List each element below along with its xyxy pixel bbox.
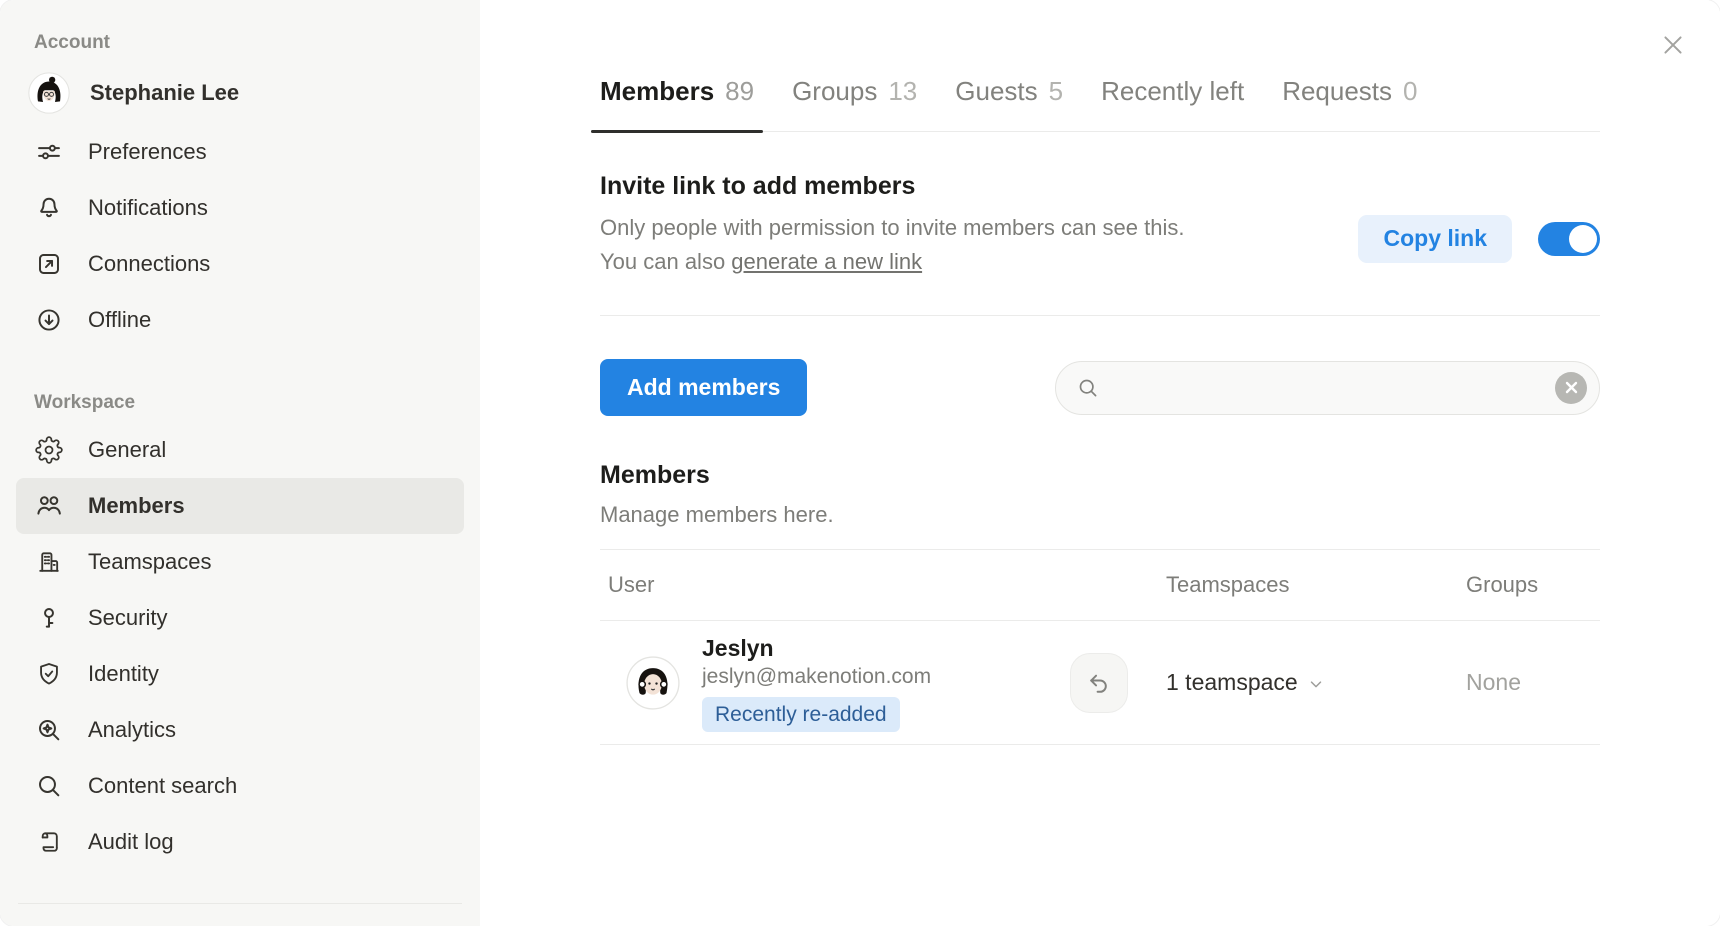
column-header-user: User	[600, 572, 1146, 598]
sidebar-item-label: Analytics	[88, 717, 176, 743]
copy-link-button[interactable]: Copy link	[1358, 215, 1512, 263]
tab-guests[interactable]: Guests 5	[955, 76, 1063, 131]
column-header-teamspaces: Teamspaces	[1146, 572, 1446, 598]
bell-icon	[34, 193, 64, 223]
search-icon	[1076, 376, 1100, 400]
sidebar-footer-divider	[18, 903, 462, 904]
sidebar-item-label: Offline	[88, 307, 151, 333]
sidebar-item-label: Audit log	[88, 829, 174, 855]
tab-label: Requests	[1282, 76, 1392, 107]
members-settings-panel: Members 89 Groups 13 Guests 5 Recently l…	[480, 0, 1720, 926]
key-icon	[34, 603, 64, 633]
chevron-down-icon	[1307, 675, 1325, 693]
tab-label: Recently left	[1101, 76, 1244, 107]
toggle-knob	[1569, 225, 1597, 253]
section-divider	[600, 315, 1600, 316]
sidebar-item-label: Identity	[88, 661, 159, 687]
tab-count: 5	[1049, 76, 1063, 107]
tab-members[interactable]: Members 89	[600, 76, 754, 131]
arrow-down-circle-icon	[34, 305, 64, 335]
user-email: jeslyn@makenotion.com	[702, 663, 931, 691]
invite-link-toggle[interactable]	[1538, 222, 1600, 256]
settings-dialog: Account Stephanie Lee Preferenc	[0, 0, 1720, 926]
teamspaces-dropdown[interactable]: 1 teamspace	[1146, 669, 1446, 696]
table-header: User Teamspaces Groups	[600, 549, 1600, 621]
add-members-button[interactable]: Add members	[600, 359, 807, 416]
members-section-title: Members	[600, 461, 1600, 490]
generate-new-link[interactable]: generate a new link	[731, 249, 922, 274]
sidebar-item-notifications[interactable]: Notifications	[16, 180, 464, 236]
members-section-subtitle: Manage members here.	[600, 502, 1600, 528]
sidebar-item-analytics[interactable]: Analytics	[16, 702, 464, 758]
magnifier-icon	[34, 771, 64, 801]
members-table: User Teamspaces Groups	[600, 549, 1600, 745]
sidebar-item-label: Notifications	[88, 195, 208, 221]
avatar	[626, 656, 680, 710]
sidebar-item-label: Content search	[88, 773, 237, 799]
tab-count: 89	[725, 76, 754, 107]
avatar	[28, 72, 70, 114]
x-icon	[1564, 380, 1579, 395]
shield-check-icon	[34, 659, 64, 689]
tab-label: Groups	[792, 76, 877, 107]
building-icon	[34, 547, 64, 577]
tab-label: Guests	[955, 76, 1037, 107]
sidebar-item-members[interactable]: Members	[16, 478, 464, 534]
tab-recently-left[interactable]: Recently left	[1101, 76, 1244, 131]
user-name: Jeslyn	[702, 633, 931, 663]
sliders-icon	[34, 137, 64, 167]
table-row: Jeslyn jeslyn@makenotion.com Recently re…	[600, 621, 1600, 745]
search-input[interactable]	[1112, 374, 1543, 402]
members-toolbar: Add members	[600, 359, 1600, 416]
sidebar-item-general[interactable]: General	[16, 422, 464, 478]
invite-link-description: Only people with permission to invite me…	[600, 211, 1200, 279]
tab-label: Members	[600, 76, 714, 107]
sidebar-item-label: General	[88, 437, 166, 463]
close-icon	[1660, 32, 1686, 58]
clear-search-button[interactable]	[1555, 372, 1587, 404]
tab-requests[interactable]: Requests 0	[1282, 76, 1417, 131]
members-tabs: Members 89 Groups 13 Guests 5 Recently l…	[600, 76, 1600, 132]
status-badge: Recently re-added	[702, 697, 900, 732]
tab-count: 13	[888, 76, 917, 107]
sidebar-item-offline[interactable]: Offline	[16, 292, 464, 348]
scroll-icon	[34, 827, 64, 857]
sidebar-item-label: Members	[88, 493, 185, 519]
magnifier-sparkle-icon	[34, 715, 64, 745]
groups-value: None	[1446, 669, 1600, 696]
member-search	[1055, 361, 1600, 415]
account-section-label: Account	[34, 32, 480, 54]
undo-icon	[1086, 670, 1112, 696]
tab-count: 0	[1403, 76, 1417, 107]
arrow-up-right-box-icon	[34, 249, 64, 279]
user-info: Jeslyn jeslyn@makenotion.com Recently re…	[702, 633, 931, 732]
invite-link-section: Invite link to add members Only people w…	[600, 172, 1600, 279]
sidebar-item-connections[interactable]: Connections	[16, 236, 464, 292]
sidebar-item-content-search[interactable]: Content search	[16, 758, 464, 814]
gear-icon	[34, 435, 64, 465]
sidebar-item-security[interactable]: Security	[16, 590, 464, 646]
sidebar-item-account-user[interactable]: Stephanie Lee	[16, 62, 464, 124]
people-icon	[34, 491, 64, 521]
sidebar-item-label: Connections	[88, 251, 210, 277]
settings-sidebar: Account Stephanie Lee Preferenc	[0, 0, 480, 926]
column-header-groups: Groups	[1446, 572, 1600, 598]
workspace-section-label: Workspace	[34, 392, 480, 414]
tab-groups[interactable]: Groups 13	[792, 76, 917, 131]
sidebar-item-label: Stephanie Lee	[90, 80, 239, 106]
sidebar-item-label: Preferences	[88, 139, 207, 165]
undo-button[interactable]	[1070, 653, 1128, 713]
teamspaces-value: 1 teamspace	[1166, 669, 1298, 696]
invite-link-title: Invite link to add members	[600, 172, 1200, 201]
sidebar-item-teamspaces[interactable]: Teamspaces	[16, 534, 464, 590]
sidebar-item-label: Teamspaces	[88, 549, 212, 575]
sidebar-item-identity[interactable]: Identity	[16, 646, 464, 702]
sidebar-item-audit-log[interactable]: Audit log	[16, 814, 464, 870]
user-cell: Jeslyn jeslyn@makenotion.com Recently re…	[600, 633, 1146, 732]
close-button[interactable]	[1658, 30, 1688, 60]
sidebar-item-preferences[interactable]: Preferences	[16, 124, 464, 180]
sidebar-item-label: Security	[88, 605, 167, 631]
